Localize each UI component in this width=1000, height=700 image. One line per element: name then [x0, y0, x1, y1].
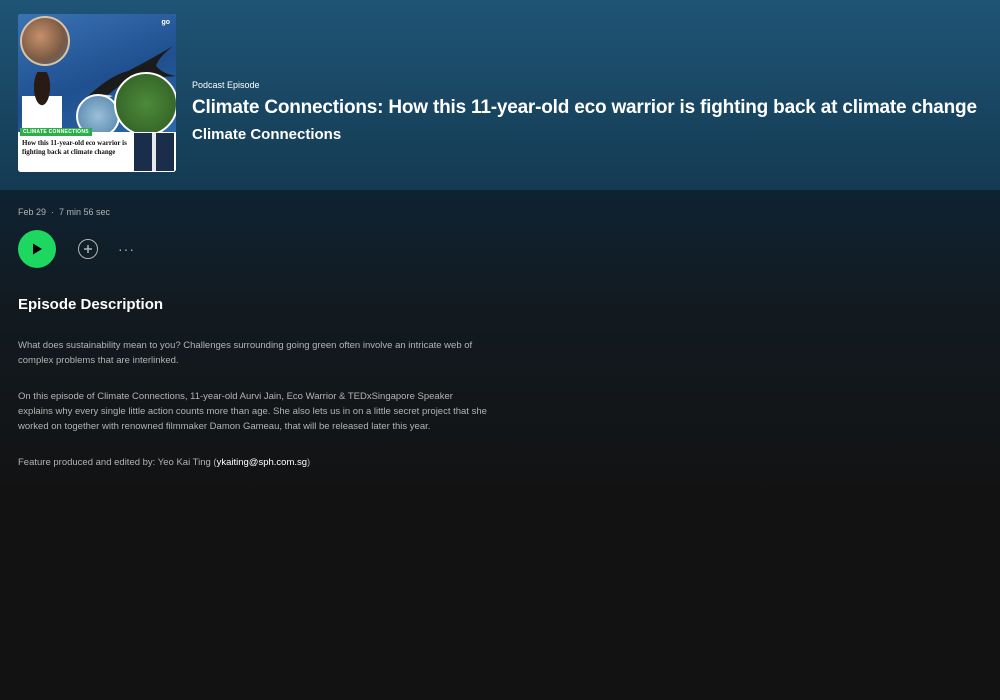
- play-button[interactable]: [18, 230, 56, 268]
- cover-portrait-photo: [20, 16, 70, 66]
- cover-team-photo: [114, 72, 176, 136]
- episode-cover-art: go CLIMATE CONNECTIONS How this 11-year-…: [18, 14, 176, 172]
- credit-suffix: ): [307, 457, 311, 468]
- episode-info: Feb 29 · 7 min 56 sec: [18, 207, 110, 217]
- cover-title: How this 11-year-old eco warrior is figh…: [22, 139, 127, 156]
- episode-duration: 7 min 56 sec: [59, 207, 111, 217]
- credit-email-link[interactable]: ykaiting@sph.com.sg: [217, 457, 307, 468]
- episode-title: Climate Connections: How this 11-year-ol…: [192, 97, 977, 118]
- plus-circle-icon: [84, 245, 92, 253]
- show-name-link[interactable]: Climate Connections: [192, 126, 982, 143]
- add-to-library-button[interactable]: [78, 239, 98, 259]
- description-paragraph-1: What does sustainability mean to you? Ch…: [18, 340, 473, 366]
- episode-page: go CLIMATE CONNECTIONS How this 11-year-…: [0, 0, 1000, 700]
- cover-hosts-photo: [134, 133, 174, 171]
- episode-type-label: Podcast Episode: [192, 80, 260, 90]
- credit-prefix: Feature produced and edited by: Yeo Kai …: [18, 457, 217, 468]
- description-credit: Feature produced and edited by: Yeo Kai …: [18, 455, 488, 470]
- episode-description: What does sustainability mean to you? Ch…: [18, 338, 488, 491]
- more-options-button[interactable]: ···: [118, 241, 135, 257]
- episode-controls: ···: [18, 230, 135, 268]
- cover-girl-photo: [22, 72, 62, 132]
- episode-description-heading: Episode Description: [18, 296, 164, 313]
- info-separator: ·: [51, 207, 55, 217]
- episode-meta: Podcast Episode Climate Connections: How…: [192, 80, 982, 143]
- cover-badge: CLIMATE CONNECTIONS: [20, 128, 92, 136]
- description-paragraph-2: On this episode of Climate Connections, …: [18, 391, 487, 432]
- episode-date: Feb 29: [18, 207, 47, 217]
- play-icon: [33, 243, 42, 255]
- cover-logo: go: [161, 19, 170, 26]
- page-background-bottom: [0, 500, 1000, 700]
